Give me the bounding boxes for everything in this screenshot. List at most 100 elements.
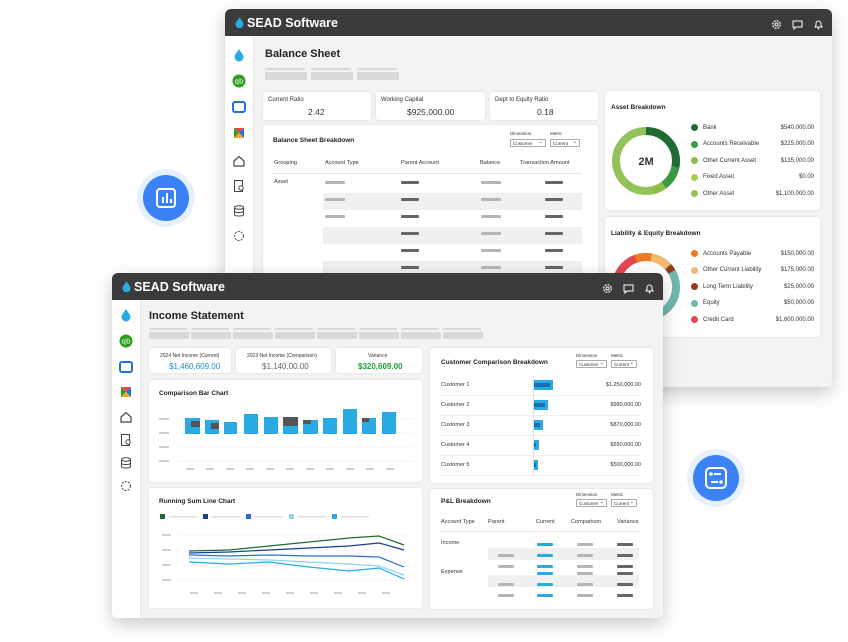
page-title: Balance Sheet xyxy=(265,48,341,60)
svg-text:qb: qb xyxy=(235,78,244,86)
legend-value: $50,000.00 xyxy=(783,300,814,306)
document-search-icon[interactable] xyxy=(119,433,133,447)
legend-dot xyxy=(691,157,698,164)
legend-value: $540,000.00 xyxy=(780,124,814,131)
legend-dot xyxy=(691,250,698,257)
database-icon[interactable] xyxy=(119,456,133,470)
settings-icon[interactable] xyxy=(771,17,782,29)
customer-value: $1,250,000.00 xyxy=(605,382,641,388)
legend-dot xyxy=(691,190,698,197)
brand-name: SEAD Software xyxy=(134,279,225,294)
bell-icon[interactable] xyxy=(813,17,824,30)
page-title: Income Statement xyxy=(149,310,244,322)
col-current: Current xyxy=(536,519,555,525)
drop-logo-icon xyxy=(235,17,244,28)
customer-value: $500,000.00 xyxy=(610,462,641,468)
database-icon[interactable] xyxy=(232,204,246,218)
home-icon[interactable] xyxy=(119,410,133,424)
group-expense: Expense xyxy=(441,569,463,575)
kpi-variance: Variance $320,609.00 xyxy=(336,348,422,373)
quickbooks-icon[interactable]: qb xyxy=(119,334,133,348)
customer-label: Customer 2 xyxy=(441,402,470,408)
pinwheel-icon[interactable] xyxy=(119,385,133,399)
legend-label: Other Current Asset xyxy=(703,157,757,164)
comparison-bar-chart: Comparison Bar Chart xyxy=(149,380,422,482)
customer-label: Customer 5 xyxy=(441,462,470,468)
pinwheel-icon[interactable] xyxy=(232,126,246,140)
running-sum-line-chart: Running Sum Line Chart xyxy=(149,488,422,608)
pl-breakdown: P&L Breakdown Dimension Customer Metric … xyxy=(430,489,653,609)
settings-icon[interactable] xyxy=(602,281,613,293)
asset-donut: 2M xyxy=(612,127,680,195)
home-icon[interactable] xyxy=(232,154,246,168)
group-asset: Asset xyxy=(274,179,288,185)
income-statement-window: SEAD Software qb Income Statement 2024 N… xyxy=(112,273,663,618)
puzzle-icon[interactable] xyxy=(119,479,133,493)
customer-comparison-bar xyxy=(534,403,545,407)
legend-dot xyxy=(691,299,698,307)
col-parent-account: Parent Account xyxy=(401,160,439,166)
legend-label: Fixed Asset xyxy=(703,174,735,180)
metric-select[interactable]: Current xyxy=(611,498,637,507)
balance-sheet-breakdown: Balance Sheet Breakdown Dimension Custom… xyxy=(263,125,598,295)
col-variance: Variance xyxy=(617,519,639,525)
col-transaction-amount: Transaction Amount xyxy=(520,160,570,166)
col-balance: Balance xyxy=(480,160,501,166)
legend-label: Other Asset xyxy=(703,190,735,197)
customer-label: Customer 3 xyxy=(441,422,470,428)
customer-comparison-bar xyxy=(534,423,540,427)
dimension-select[interactable]: Customer xyxy=(576,498,607,507)
drop-icon[interactable] xyxy=(232,48,246,62)
metric-select[interactable]: Current xyxy=(611,359,637,368)
report-chart-button[interactable] xyxy=(143,175,189,221)
customer-comparison-bar xyxy=(534,383,550,387)
legend-label: Accounts Payable xyxy=(703,250,752,257)
legend-value: $0.00 xyxy=(798,174,814,180)
customer-label: Customer 1 xyxy=(441,382,470,388)
legend-value: $150,000.00 xyxy=(780,250,814,257)
dynamics-icon[interactable] xyxy=(119,360,133,374)
col-parent: Parent xyxy=(488,519,505,525)
col-comparison: Comparison xyxy=(571,519,602,525)
metric-select[interactable]: Current xyxy=(550,138,580,147)
legend-label: Long Term Liability xyxy=(703,283,753,290)
svg-text:qb: qb xyxy=(122,338,131,346)
integration-flow-button[interactable] xyxy=(693,455,739,501)
dimension-select[interactable]: Customer xyxy=(510,138,546,147)
document-search-icon[interactable] xyxy=(232,179,246,193)
col-account-type: Account Type xyxy=(441,519,475,525)
group-income: Income xyxy=(441,540,460,546)
dimension-select[interactable]: Customer xyxy=(576,359,607,368)
sidebar: qb xyxy=(112,300,141,618)
kpi-current-ratio: Current Ratio 2.42 xyxy=(263,92,371,120)
legend-value: $175,000.00 xyxy=(780,267,814,273)
asset-breakdown: Asset Breakdown 2M Bank $540,000.00 Accoun… xyxy=(605,91,820,210)
drop-logo-icon xyxy=(122,281,131,292)
legend-dot xyxy=(691,173,698,181)
dynamics-icon[interactable] xyxy=(232,100,246,114)
legend-value: $1,100,000.00 xyxy=(775,190,814,197)
customer-label: Customer 4 xyxy=(441,442,470,448)
legend-dot xyxy=(691,283,698,290)
legend-label: Other Current Liability xyxy=(703,267,762,273)
legend-value: $1,600,000.00 xyxy=(775,316,814,323)
customer-comparison-bar xyxy=(534,443,536,447)
legend-dot xyxy=(691,266,698,274)
legend-dot xyxy=(691,124,698,131)
drop-icon[interactable] xyxy=(119,308,133,322)
bell-icon[interactable] xyxy=(644,281,655,294)
quickbooks-icon[interactable]: qb xyxy=(232,74,246,88)
puzzle-icon[interactable] xyxy=(232,229,246,243)
col-grouping: Grouping xyxy=(274,160,298,166)
app-titlebar: SEAD Software xyxy=(112,273,663,300)
legend-label: Accounts Receivable xyxy=(703,141,760,147)
customer-value: $870,000.00 xyxy=(610,422,641,428)
legend-value: $25,000.00 xyxy=(783,283,814,290)
col-account-type: Account Type xyxy=(325,160,359,166)
chat-icon[interactable] xyxy=(623,281,634,295)
chat-icon[interactable] xyxy=(792,17,803,31)
bar-chart-icon xyxy=(156,188,176,208)
kpi-net-income-comparison: 2023 Net Income (Comparison) $1,140,00.0… xyxy=(236,348,331,373)
legend-dot xyxy=(691,316,698,323)
brand-name: SEAD Software xyxy=(247,15,338,30)
